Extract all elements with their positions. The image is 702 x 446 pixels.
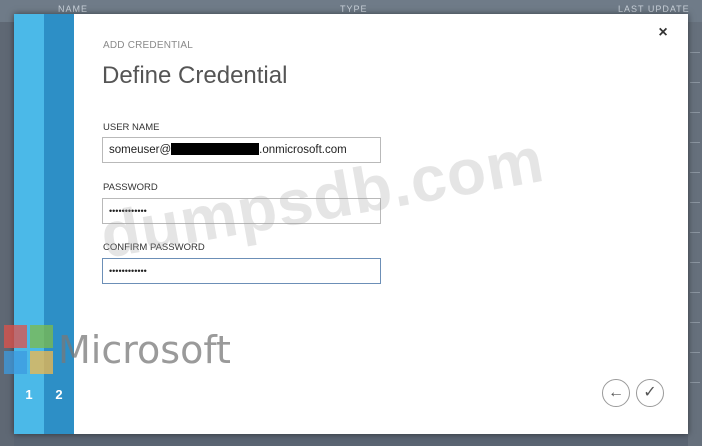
redaction-bar — [171, 143, 260, 155]
background-col-last-update: LAST UPDATE — [618, 4, 690, 14]
dialog-breadcrumb: ADD CREDENTIAL — [103, 40, 194, 51]
complete-check-icon[interactable]: ✓ — [636, 379, 664, 407]
microsoft-logo-icon — [4, 325, 53, 374]
microsoft-wordmark: Microsoft — [58, 328, 231, 372]
step-1-number: 1 — [25, 387, 33, 402]
dialog-title: Define Credential — [102, 62, 288, 89]
background-col-name: NAME — [58, 4, 89, 14]
background-right-strip — [688, 22, 702, 446]
password-input[interactable]: •••••••••••• — [102, 198, 381, 224]
background-left-strip — [0, 22, 14, 446]
confirm-password-label: CONFIRM PASSWORD — [103, 242, 205, 253]
confirm-password-input[interactable]: •••••••••••• — [102, 258, 381, 284]
user-name-suffix: .onmicrosoft.com — [259, 144, 347, 156]
user-name-input[interactable]: someuser@ .onmicrosoft.com — [102, 137, 381, 163]
password-value: •••••••••••• — [109, 206, 147, 216]
step-2-number: 2 — [55, 387, 63, 402]
user-name-prefix: someuser@ — [109, 144, 172, 156]
close-icon[interactable]: × — [654, 24, 672, 42]
back-arrow-icon[interactable]: ← — [602, 379, 630, 407]
confirm-password-value: •••••••••••• — [109, 266, 147, 276]
password-label: PASSWORD — [103, 182, 158, 193]
background-col-type: TYPE — [340, 4, 368, 14]
user-name-label: USER NAME — [103, 122, 160, 133]
